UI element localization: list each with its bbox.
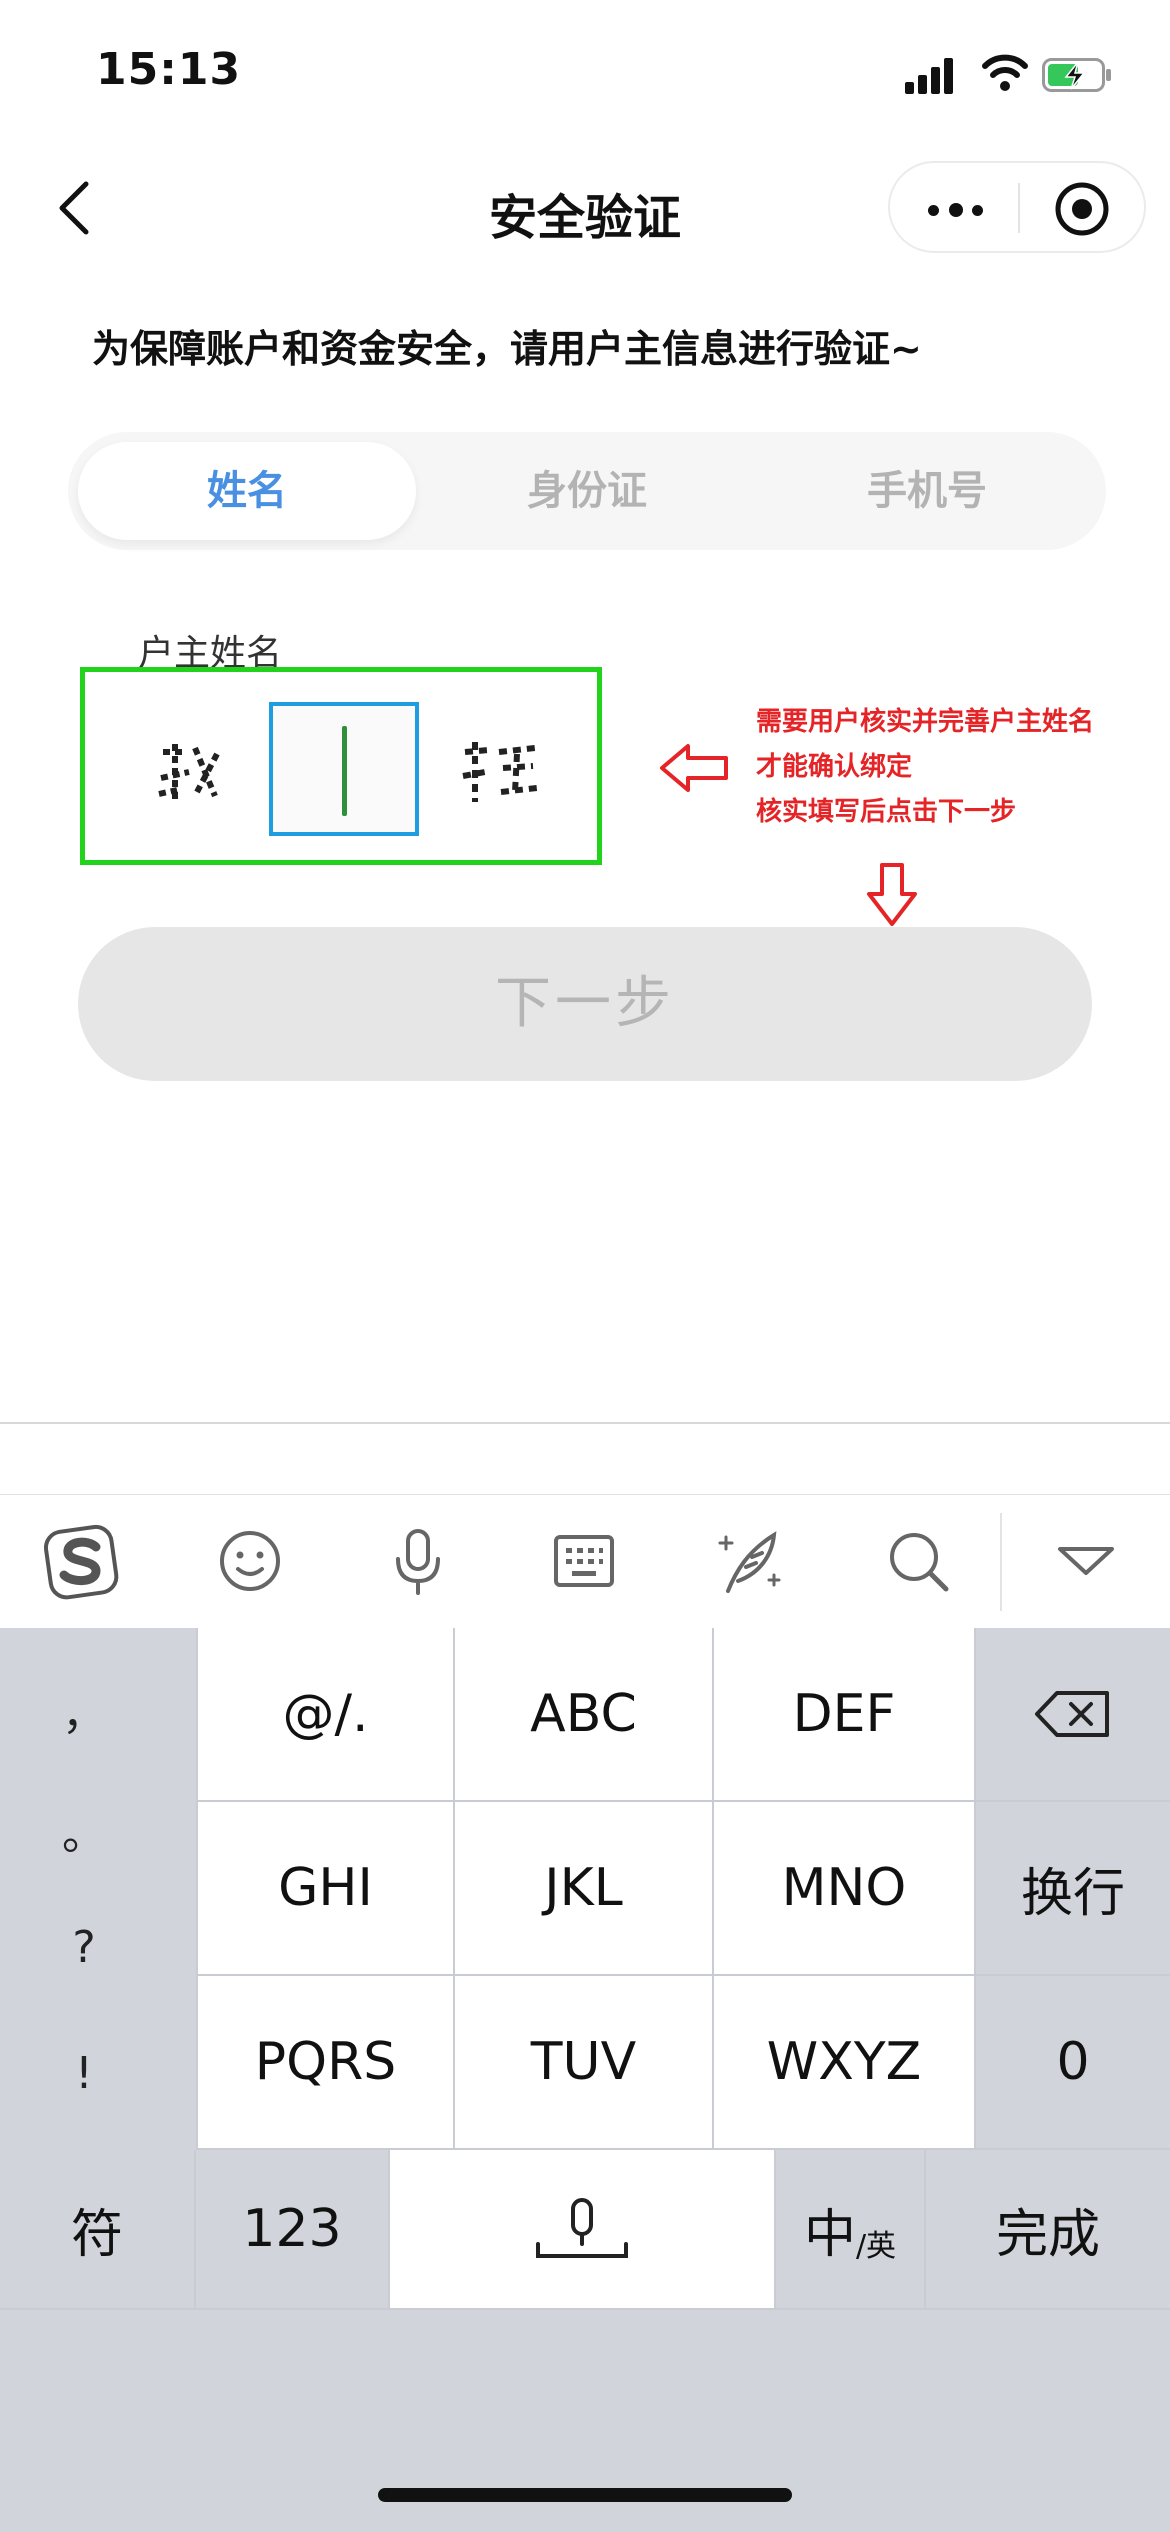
key-jkl[interactable]: JKL	[455, 1802, 714, 1976]
annotation-line: 需要用户核实并完善户主姓名	[756, 707, 1095, 737]
key-symbols-at[interactable]: @/.	[196, 1628, 455, 1802]
masked-character	[145, 732, 235, 812]
search-icon[interactable]	[878, 1521, 958, 1601]
key-ghi[interactable]: GHI	[196, 1802, 455, 1976]
numbers-key[interactable]: 123	[196, 2150, 390, 2310]
name-character-input[interactable]	[269, 702, 419, 836]
home-indicator	[378, 2488, 792, 2502]
annotation-line: 核实填写后点击下一步	[756, 797, 1017, 827]
battery-charging-icon	[1042, 58, 1111, 92]
space-key[interactable]	[390, 2150, 776, 2310]
punct-exclaim-key[interactable]: !	[0, 2048, 168, 2099]
punct-question-key[interactable]: ?	[0, 1922, 168, 1973]
symbols-key[interactable]: 符	[0, 2150, 196, 2310]
return-key[interactable]: 换行	[976, 1802, 1170, 1976]
keyboard: ， 。 ? ! @/. ABC DEF GHI JKL MNO PQRS TUV…	[0, 1628, 1170, 2532]
zero-key[interactable]: 0	[976, 1976, 1170, 2150]
close-miniprogram-icon[interactable]	[1050, 177, 1114, 241]
more-options-button[interactable]	[920, 181, 990, 237]
text-caret	[342, 726, 347, 816]
key-wxyz[interactable]: WXYZ	[714, 1976, 976, 2150]
status-time: 15:13	[96, 44, 242, 95]
microphone-icon[interactable]	[378, 1521, 458, 1601]
backspace-key[interactable]	[976, 1628, 1170, 1802]
voice-space-icon	[536, 2198, 628, 2258]
name-input-highlight	[80, 667, 602, 865]
tab-name[interactable]: 姓名	[78, 442, 416, 540]
punct-period-key[interactable]: 。	[0, 1798, 168, 1862]
backspace-icon	[1035, 1691, 1109, 1737]
lang-main-label: 中	[803, 2204, 856, 2265]
key-mno[interactable]: MNO	[714, 1802, 976, 1976]
language-switch-key[interactable]: 中/英	[776, 2150, 926, 2310]
verification-tab-bar: 姓名 身份证 手机号	[68, 432, 1106, 550]
handwriting-icon[interactable]	[712, 1521, 792, 1601]
sogou-logo-icon[interactable]	[42, 1521, 122, 1601]
toolbar-divider	[1000, 1513, 1002, 1611]
masked-character	[455, 732, 545, 812]
annotation-line: 才能确认绑定	[756, 752, 913, 782]
next-step-button[interactable]: 下一步	[78, 927, 1092, 1081]
done-key[interactable]: 完成	[926, 2150, 1170, 2310]
lang-sub-label: /英	[855, 2229, 897, 2264]
annotation-arrow-left-icon	[660, 744, 728, 792]
security-notice: 为保障账户和资金安全，请用户主信息进行验证~	[92, 327, 922, 371]
keyboard-icon[interactable]	[544, 1521, 624, 1601]
key-pqrs[interactable]: PQRS	[196, 1976, 455, 2150]
tab-phone[interactable]: 手机号	[758, 442, 1096, 540]
emoji-icon[interactable]	[210, 1521, 290, 1601]
miniprogram-capsule	[888, 161, 1146, 253]
keyboard-toolbar	[0, 1494, 1170, 1629]
capsule-divider	[1018, 183, 1020, 233]
key-def[interactable]: DEF	[714, 1628, 976, 1802]
key-tuv[interactable]: TUV	[455, 1976, 714, 2150]
wifi-icon	[982, 54, 1028, 91]
punct-comma-key[interactable]: ，	[0, 1678, 168, 1742]
collapse-keyboard-icon[interactable]	[1046, 1521, 1126, 1601]
annotation-arrow-down-icon	[867, 863, 917, 926]
keyboard-separator	[0, 1422, 1170, 1424]
key-abc[interactable]: ABC	[455, 1628, 714, 1802]
tab-id-card[interactable]: 身份证	[418, 442, 756, 540]
annotation-text: 需要用户核实并完善户主姓名 才能确认绑定 核实填写后点击下一步	[756, 700, 1094, 835]
signal-icon	[905, 58, 955, 94]
